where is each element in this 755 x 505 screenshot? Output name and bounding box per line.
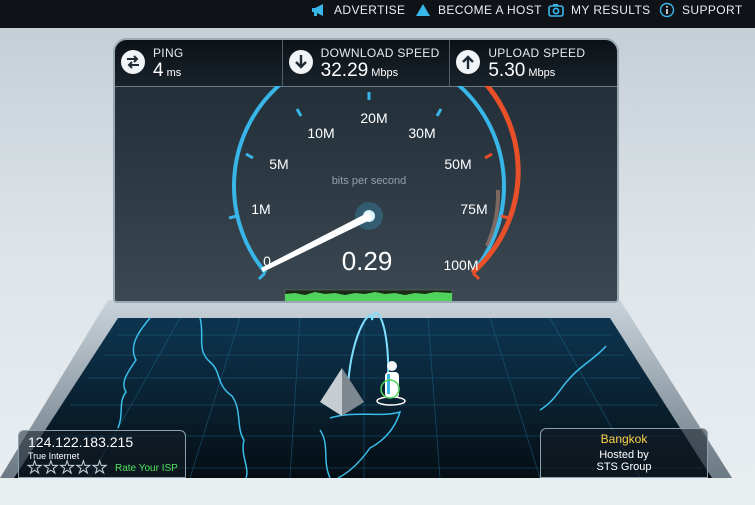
download-label: DOWNLOAD SPEED — [320, 46, 440, 60]
client-ip: 124.122.183.215 — [28, 434, 134, 450]
server-host-name: STS Group — [596, 461, 652, 473]
download-arrow-icon — [288, 50, 313, 74]
upload-arrow-icon — [456, 50, 481, 74]
download-stat: DOWNLOAD SPEED 32.29 Mbps — [283, 40, 451, 86]
ping-unit: ms — [166, 67, 182, 79]
hosted-by-label: Hosted by — [599, 449, 649, 461]
upload-stat: UPLOAD SPEED 5.30 Mbps — [450, 40, 617, 86]
tick-label: 75M — [460, 201, 487, 217]
speed-gauge-panel: PING 4 ms DOWNLOAD SPEED 32.29 Mbps UPLOAD… — [113, 38, 619, 303]
server-city: Bangkok — [600, 432, 648, 446]
tick-label: 5M — [269, 156, 288, 172]
download-value-wrap: 32.29 Mbps — [321, 60, 398, 82]
gauge-arc-high — [470, 86, 521, 275]
upload-progress-graph — [284, 289, 453, 301]
upload-unit: Mbps — [528, 67, 556, 79]
tick-label: 50M — [444, 156, 471, 172]
tick-label: 20M — [360, 110, 387, 126]
tick-label: 100M — [443, 257, 478, 273]
client-info-box: 124.122.183.215 True Internet ★ ★ ★ ★ ★ … — [18, 430, 186, 478]
ping-label: PING — [153, 46, 184, 60]
rate-isp-link[interactable]: Rate Your ISP — [115, 463, 178, 474]
ping-icon — [121, 50, 145, 74]
server-info-box: Bangkok Hosted by STS Group — [540, 428, 708, 478]
stats-bar: PING 4 ms DOWNLOAD SPEED 32.29 Mbps UPLOAD… — [115, 40, 617, 87]
tick-label: 10M — [307, 125, 334, 141]
ping-stat: PING 4 ms — [115, 40, 283, 86]
ping-value-wrap: 4 ms — [153, 60, 181, 82]
server-host-block: Hosted by STS Group — [541, 449, 707, 473]
gauge-reading: 0.29 — [342, 246, 393, 276]
gauge-unit-label: bits per second — [332, 175, 407, 187]
upload-label: UPLOAD SPEED — [488, 46, 586, 60]
download-unit: Mbps — [371, 67, 399, 79]
star-icon[interactable]: ★ — [59, 459, 75, 477]
star-icon[interactable]: ★ — [75, 459, 91, 477]
star-icon[interactable]: ★ — [91, 459, 107, 477]
star-icon[interactable]: ★ — [43, 459, 59, 477]
speed-gauge: 0 1M 5M 10M 20M 30M 50M 75M 100M bits pe… — [228, 86, 521, 301]
upload-value-wrap: 5.30 Mbps — [488, 60, 555, 82]
ping-value: 4 — [153, 60, 164, 81]
isp-rating-stars[interactable]: ★ ★ ★ ★ ★ — [26, 459, 107, 477]
tick-label: 1M — [251, 201, 270, 217]
upload-value: 5.30 — [488, 60, 526, 81]
download-value: 32.29 — [320, 60, 369, 81]
star-icon[interactable]: ★ — [26, 459, 42, 477]
tick-label: 30M — [408, 125, 435, 141]
